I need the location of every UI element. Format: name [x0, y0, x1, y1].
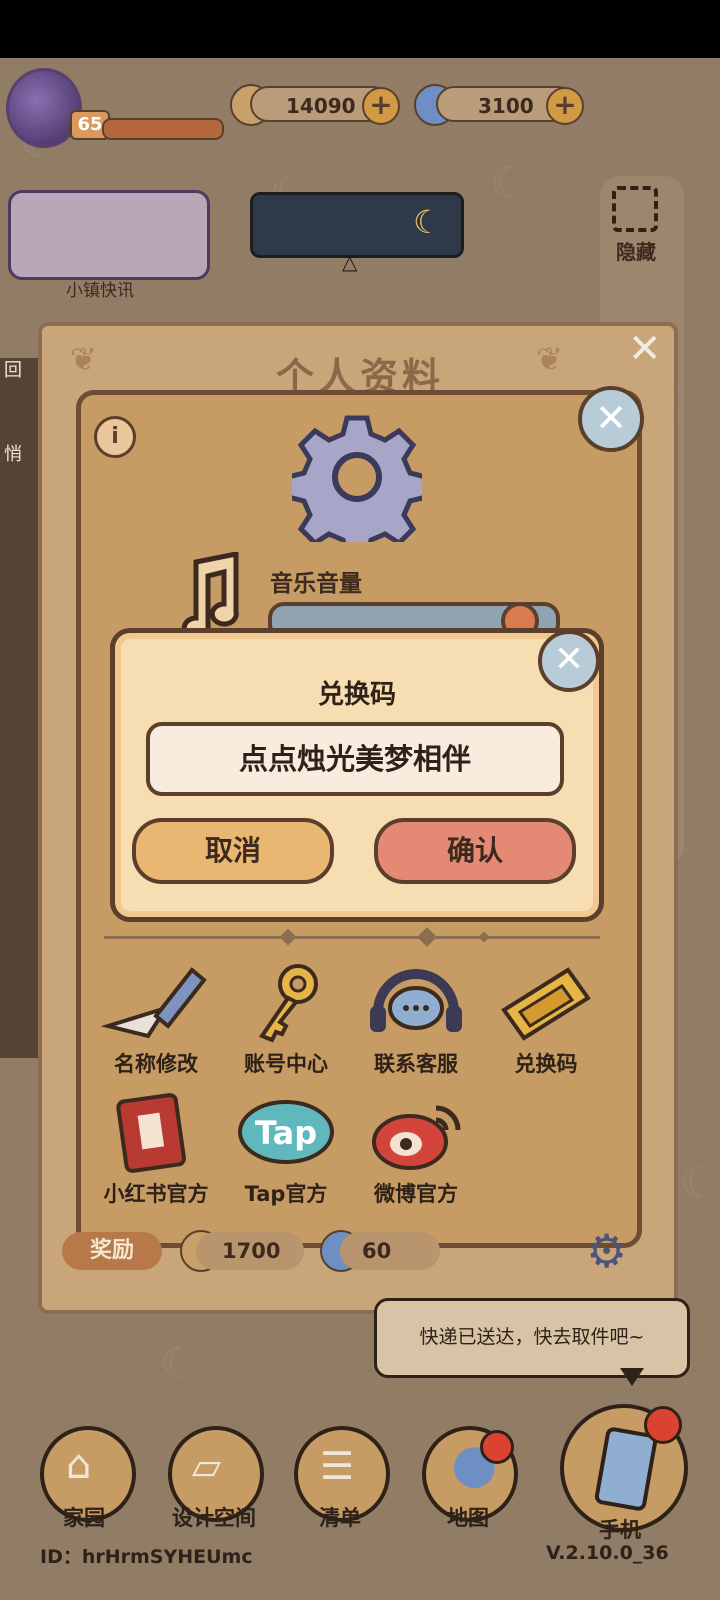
exp-bar	[102, 118, 224, 140]
design-icon: ▱	[192, 1444, 222, 1488]
key-icon	[258, 964, 318, 1043]
redeem-code-item[interactable]: 兑换码	[486, 962, 606, 1078]
gear-icon[interactable]: ⚙	[586, 1224, 627, 1278]
customer-service-label: 联系客服	[374, 1052, 458, 1076]
redeem-code-label: 兑换码	[514, 1052, 578, 1076]
rename-item[interactable]: 名称修改	[96, 962, 216, 1078]
design-space-label: 设计空间	[172, 1506, 256, 1530]
side-label-quiet[interactable]: 悄	[4, 440, 22, 466]
night-banner: ☾	[250, 192, 464, 258]
hide-frame-icon[interactable]	[612, 186, 658, 232]
redeem-title: 兑换码	[317, 680, 396, 710]
weibo-item[interactable]: 微博官方	[356, 1092, 476, 1208]
pencil-icon	[100, 967, 207, 1039]
hide-button-label[interactable]: 隐藏	[616, 236, 656, 265]
xiaohongshu-label: 小红书官方	[103, 1182, 209, 1206]
user-id: ID：hrHrmSYHEUmc	[40, 1546, 253, 1568]
tap-icon: Tap	[238, 1100, 334, 1164]
divider	[104, 936, 600, 939]
bubble-tail	[620, 1368, 644, 1386]
phone-notification-dot	[644, 1406, 682, 1444]
add-coins-button[interactable]: +	[362, 87, 400, 125]
gear-icon	[292, 415, 422, 542]
list-label: 清单	[319, 1506, 361, 1530]
headset-icon	[370, 969, 462, 1032]
music-volume-label: 音乐音量	[270, 571, 362, 597]
tap-official-label: Tap官方	[244, 1182, 328, 1206]
map-label: 地图	[447, 1506, 489, 1530]
home-label: 家园	[63, 1506, 105, 1530]
tap-logo-text: Tap	[255, 1114, 317, 1152]
cancel-button[interactable]: 取消	[132, 818, 334, 884]
rename-label: 名称修改	[114, 1052, 198, 1076]
map-notification-dot	[480, 1430, 514, 1464]
account-center-label: 账号中心	[244, 1052, 328, 1076]
delivery-bubble[interactable]: 快递已送达，快去取件吧~	[374, 1298, 690, 1378]
profile-close-button[interactable]: ✕	[628, 326, 662, 372]
phone-label: 手机	[599, 1518, 641, 1542]
weibo-label: 微博官方	[374, 1182, 458, 1206]
confirm-button[interactable]: 确认	[374, 818, 576, 884]
list-icon: ☰	[320, 1444, 355, 1488]
settings-close-button[interactable]: ✕	[578, 386, 644, 452]
weibo-icon	[372, 1105, 461, 1170]
xiaohongshu-icon	[116, 1093, 186, 1173]
moon-icon: ☾	[413, 203, 442, 241]
news-label[interactable]: 小镇快讯	[66, 276, 134, 301]
add-gems-button[interactable]: +	[546, 87, 584, 125]
phone-icon	[593, 1426, 659, 1512]
customer-service-item[interactable]: 联系客服	[356, 962, 476, 1078]
arrow-up-icon: △	[342, 250, 358, 274]
home-icon: ⌂	[66, 1442, 92, 1488]
ticket-icon	[501, 967, 591, 1041]
account-center-item[interactable]: 账号中心	[226, 962, 346, 1078]
xiaohongshu-item[interactable]: 小红书官方	[96, 1092, 216, 1208]
news-thumbnail[interactable]	[8, 190, 210, 280]
redeem-code-input[interactable]	[146, 722, 564, 796]
redeem-close-button[interactable]: ✕	[538, 630, 600, 692]
info-button[interactable]: i	[94, 416, 136, 458]
reward-coins: 1700	[196, 1232, 304, 1270]
reward-label: 奖励	[62, 1232, 162, 1270]
version-label: V.2.10.0_36	[546, 1542, 669, 1564]
reward-gems: 60	[340, 1232, 440, 1270]
tap-official-item[interactable]: Tap Tap官方	[226, 1092, 346, 1208]
